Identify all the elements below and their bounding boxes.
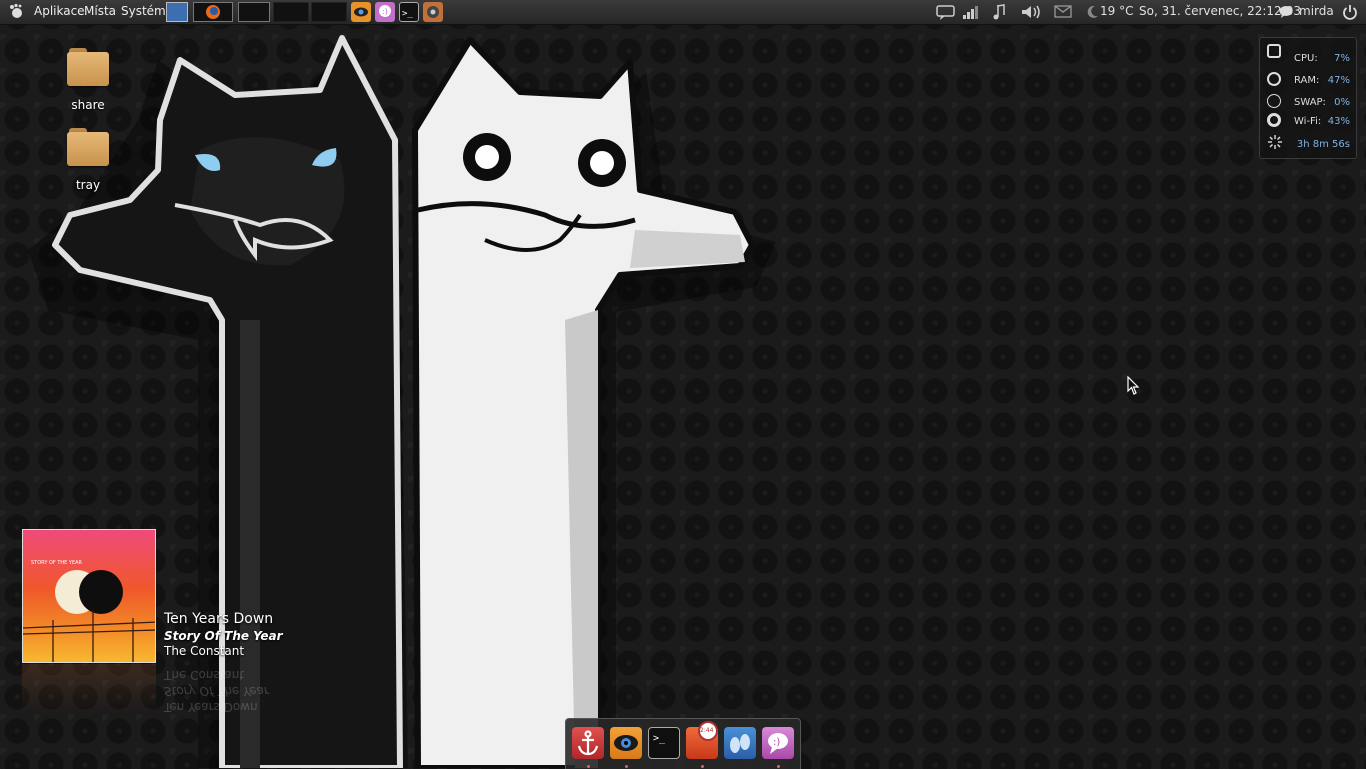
uptime-icon	[1267, 134, 1283, 153]
ram-label: RAM:	[1294, 75, 1320, 86]
weather-temperature[interactable]: 19 °C	[1100, 4, 1133, 18]
folder-icon	[67, 128, 109, 166]
monitor-row-swap: SWAP: 0%	[1260, 94, 1356, 112]
monitor-row-wifi: Wi-Fi: 43%	[1260, 113, 1356, 131]
music-note-icon[interactable]	[991, 4, 1007, 23]
wifi-icon	[1267, 113, 1281, 127]
user-menu[interactable]: mirda	[1299, 4, 1334, 18]
monitor-row-cpu: CPU: 7%	[1260, 50, 1356, 68]
clock[interactable]: So, 31. červenec, 22:12:03	[1139, 4, 1301, 18]
desktop-folder-label: tray	[75, 178, 101, 192]
desktop-folder-share[interactable]: share	[58, 48, 118, 112]
desktop-folder-label: share	[71, 98, 105, 112]
dock: >_ 2:44 :)	[565, 718, 801, 769]
desktop-folder-tray[interactable]: tray	[58, 128, 118, 192]
anchor-icon[interactable]	[572, 727, 604, 759]
album-title: Story Of The Year	[164, 629, 283, 643]
chat-icon[interactable]	[936, 4, 956, 23]
user-status-icon	[1279, 5, 1294, 22]
monitor-row-ram: RAM: 47%	[1260, 72, 1356, 90]
album-power-lines	[23, 610, 155, 662]
album-cover-reflection	[22, 664, 156, 714]
title-reflection: Ten Years Down	[164, 700, 258, 714]
album-cover[interactable]: STORY OF THE YEAR	[22, 529, 156, 663]
chat-bubble-icon[interactable]: :)	[762, 727, 794, 759]
svg-text::): :)	[773, 737, 780, 748]
swap-label: SWAP:	[1294, 97, 1326, 108]
power-icon[interactable]	[1342, 4, 1358, 23]
volume-icon[interactable]	[1020, 4, 1042, 23]
terminal-icon[interactable]: >_	[648, 727, 680, 759]
moon-icon	[1084, 4, 1100, 23]
swap-icon	[1267, 94, 1281, 108]
cpu-label: CPU:	[1294, 53, 1318, 64]
ram-value: 47%	[1327, 75, 1350, 86]
system-monitor-widget: CPU: 7% RAM: 47% SWAP: 0% Wi-Fi: 43% 3h …	[1259, 37, 1357, 159]
track-title: Ten Years Down	[164, 611, 274, 627]
signal-icon[interactable]	[962, 4, 980, 23]
mouse-cursor	[1127, 376, 1140, 395]
wifi-value: 43%	[1327, 116, 1350, 127]
footprints-icon[interactable]	[724, 727, 756, 759]
artist-reflection: The Constant	[164, 668, 245, 682]
folder-icon	[67, 48, 109, 86]
ram-icon	[1267, 72, 1281, 86]
album-reflection: Story Of The Year	[164, 684, 269, 698]
terminal-prompt: >_	[653, 733, 666, 744]
artist-name: The Constant	[164, 644, 245, 658]
clock-badge: 2:44	[700, 727, 714, 734]
swap-value: 0%	[1334, 97, 1350, 108]
uptime-value: 3h 8m 56s	[1296, 139, 1350, 150]
album-cover-text: STORY OF THE YEAR	[31, 560, 83, 566]
wifi-label: Wi-Fi:	[1294, 116, 1322, 127]
eye-icon[interactable]	[610, 727, 642, 759]
monitor-row-uptime: 3h 8m 56s	[1260, 134, 1356, 154]
cpu-value: 7%	[1334, 53, 1350, 64]
mail-icon[interactable]	[1054, 5, 1072, 22]
clock-icon[interactable]: 2:44	[686, 721, 718, 759]
